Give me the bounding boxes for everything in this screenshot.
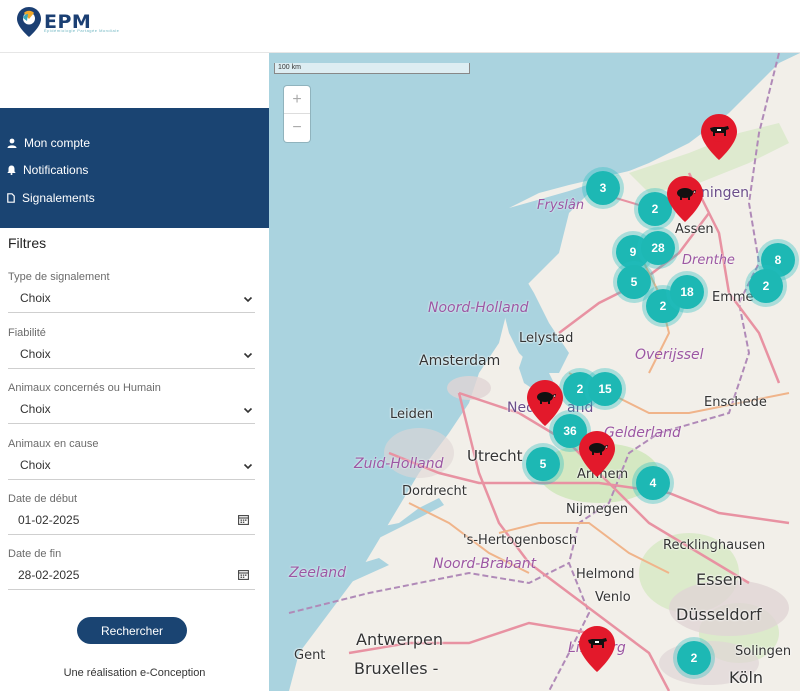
city-venlo: Venlo — [595, 590, 631, 605]
select-box[interactable]: Choix — [8, 289, 255, 313]
date-input[interactable]: 28-02-2025 — [8, 566, 255, 590]
nav-item-signalements[interactable]: Signalements — [7, 191, 95, 205]
nav-item-notifications[interactable]: Notifications — [7, 163, 88, 177]
document-icon — [7, 193, 15, 203]
city-groningen: ningen — [701, 185, 750, 201]
region-zuid-holland: Zuid-Holland — [354, 456, 444, 472]
brand-tagline: Épidémiologie Partagée Mondiale — [44, 28, 120, 33]
cluster-marker[interactable]: 5 — [522, 443, 564, 485]
select-box[interactable]: Choix — [8, 345, 255, 369]
user-icon — [7, 138, 17, 148]
date-fin-field[interactable]: Date de fin 28-02-2025 — [8, 548, 255, 590]
field-label: Animaux concernés ou Humain — [8, 382, 161, 394]
map-view[interactable]: 100 km + − Amsterdam Lelystad Leiden Utr… — [269, 53, 800, 691]
select-box[interactable]: Choix — [8, 456, 255, 480]
region-noord-holland: Noord-Holland — [428, 300, 529, 316]
cluster-marker[interactable]: 3 — [582, 167, 624, 209]
field-label: Fiabilité — [8, 327, 46, 339]
cluster-marker[interactable]: 2 — [745, 265, 787, 307]
city-gent: Gent — [294, 648, 326, 663]
fiabilite-select[interactable]: Fiabilité Choix — [8, 327, 255, 369]
date-debut-field[interactable]: Date de début 01-02-2025 — [8, 493, 255, 535]
calendar-icon[interactable] — [238, 514, 249, 525]
region-drenthe: Drenthe — [682, 253, 735, 268]
top-bar: EPM Épidémiologie Partagée Mondiale — [0, 0, 800, 53]
cluster-marker[interactable]: 4 — [632, 462, 674, 504]
city-den-bosch: 's-Hertogenbosch — [463, 533, 578, 548]
region-fryslan: Fryslân — [537, 198, 585, 213]
city-recklinghausen: Recklinghausen — [663, 538, 766, 553]
chevron-down-icon — [243, 352, 253, 359]
animaux-concernes-select[interactable]: Animaux concernés ou Humain Choix — [8, 382, 255, 424]
cluster-marker[interactable]: 2 — [673, 637, 715, 679]
region-zeeland: Zeeland — [289, 565, 347, 581]
city-assen: Assen — [675, 222, 714, 237]
date-value: 28-02-2025 — [18, 568, 80, 582]
zoom-control: + − — [284, 86, 310, 142]
nav-item-label: Mon compte — [24, 136, 91, 150]
nav-item-label: Notifications — [23, 163, 89, 177]
search-button[interactable]: Rechercher — [77, 617, 187, 644]
select-value: Choix — [20, 347, 51, 361]
nav-item-label: Signalements — [22, 191, 95, 205]
city-essen: Essen — [696, 570, 743, 589]
city-nijmegen: Nijmegen — [566, 502, 629, 517]
cow-marker[interactable] — [700, 113, 738, 161]
nav-item-mon-compte[interactable]: Mon compte — [7, 136, 90, 150]
select-value: Choix — [20, 458, 51, 472]
select-box[interactable]: Choix — [8, 400, 255, 424]
chevron-down-icon — [243, 407, 253, 414]
select-value: Choix — [20, 291, 51, 305]
date-input[interactable]: 01-02-2025 — [8, 511, 255, 535]
zoom-in-button[interactable]: + — [284, 86, 310, 114]
field-label: Date de début — [8, 493, 78, 505]
type-signalement-select[interactable]: Type de signalement Choix — [8, 271, 255, 313]
region-noord-brabant: Noord-Brabant — [433, 556, 537, 572]
sidebar: Mon compte Notifications Signalements Fi… — [0, 53, 269, 691]
calendar-icon[interactable] — [238, 569, 249, 580]
cluster-marker[interactable]: 15 — [584, 368, 626, 410]
map-scale-bar: 100 km — [274, 63, 470, 74]
region-overijssel: Overijssel — [635, 347, 704, 363]
field-label: Date de fin — [8, 548, 62, 560]
filters-title: Filtres — [8, 235, 47, 251]
city-amsterdam: Amsterdam — [419, 353, 501, 369]
select-value: Choix — [20, 402, 51, 416]
city-lelystad: Lelystad — [519, 331, 574, 346]
brand-logo[interactable]: EPM — [16, 6, 91, 38]
city-enschede: Enschede — [704, 395, 767, 410]
cow-marker[interactable] — [578, 625, 616, 673]
city-utrecht: Utrecht — [467, 447, 523, 465]
chevron-down-icon — [243, 296, 253, 303]
date-value: 01-02-2025 — [18, 513, 80, 527]
bell-icon — [7, 165, 16, 175]
city-antwerpen: Antwerpen — [356, 630, 444, 649]
location-pin-logo-icon — [17, 7, 41, 37]
pig-marker[interactable] — [526, 379, 564, 427]
city-koln: Köln — [729, 668, 764, 687]
field-label: Type de signalement — [8, 271, 110, 283]
sidebar-nav: Mon compte Notifications Signalements — [0, 108, 269, 228]
city-dordrecht: Dordrecht — [402, 484, 467, 499]
chevron-down-icon — [243, 463, 253, 470]
city-leiden: Leiden — [390, 407, 434, 422]
animaux-en-cause-select[interactable]: Animaux en cause Choix — [8, 438, 255, 480]
city-helmond: Helmond — [576, 567, 635, 582]
footer-credit: Une réalisation e-Conception — [63, 667, 206, 679]
zoom-out-button[interactable]: − — [284, 114, 310, 142]
city-bruxelles: Bruxelles - — [354, 659, 439, 678]
city-duesseldorf: Düsseldorf — [676, 605, 762, 624]
cluster-marker[interactable]: 18 — [666, 271, 708, 313]
city-solingen: Solingen — [735, 644, 792, 659]
pig-marker[interactable] — [578, 430, 616, 478]
field-label: Animaux en cause — [8, 438, 99, 450]
pig-marker[interactable] — [666, 175, 704, 223]
